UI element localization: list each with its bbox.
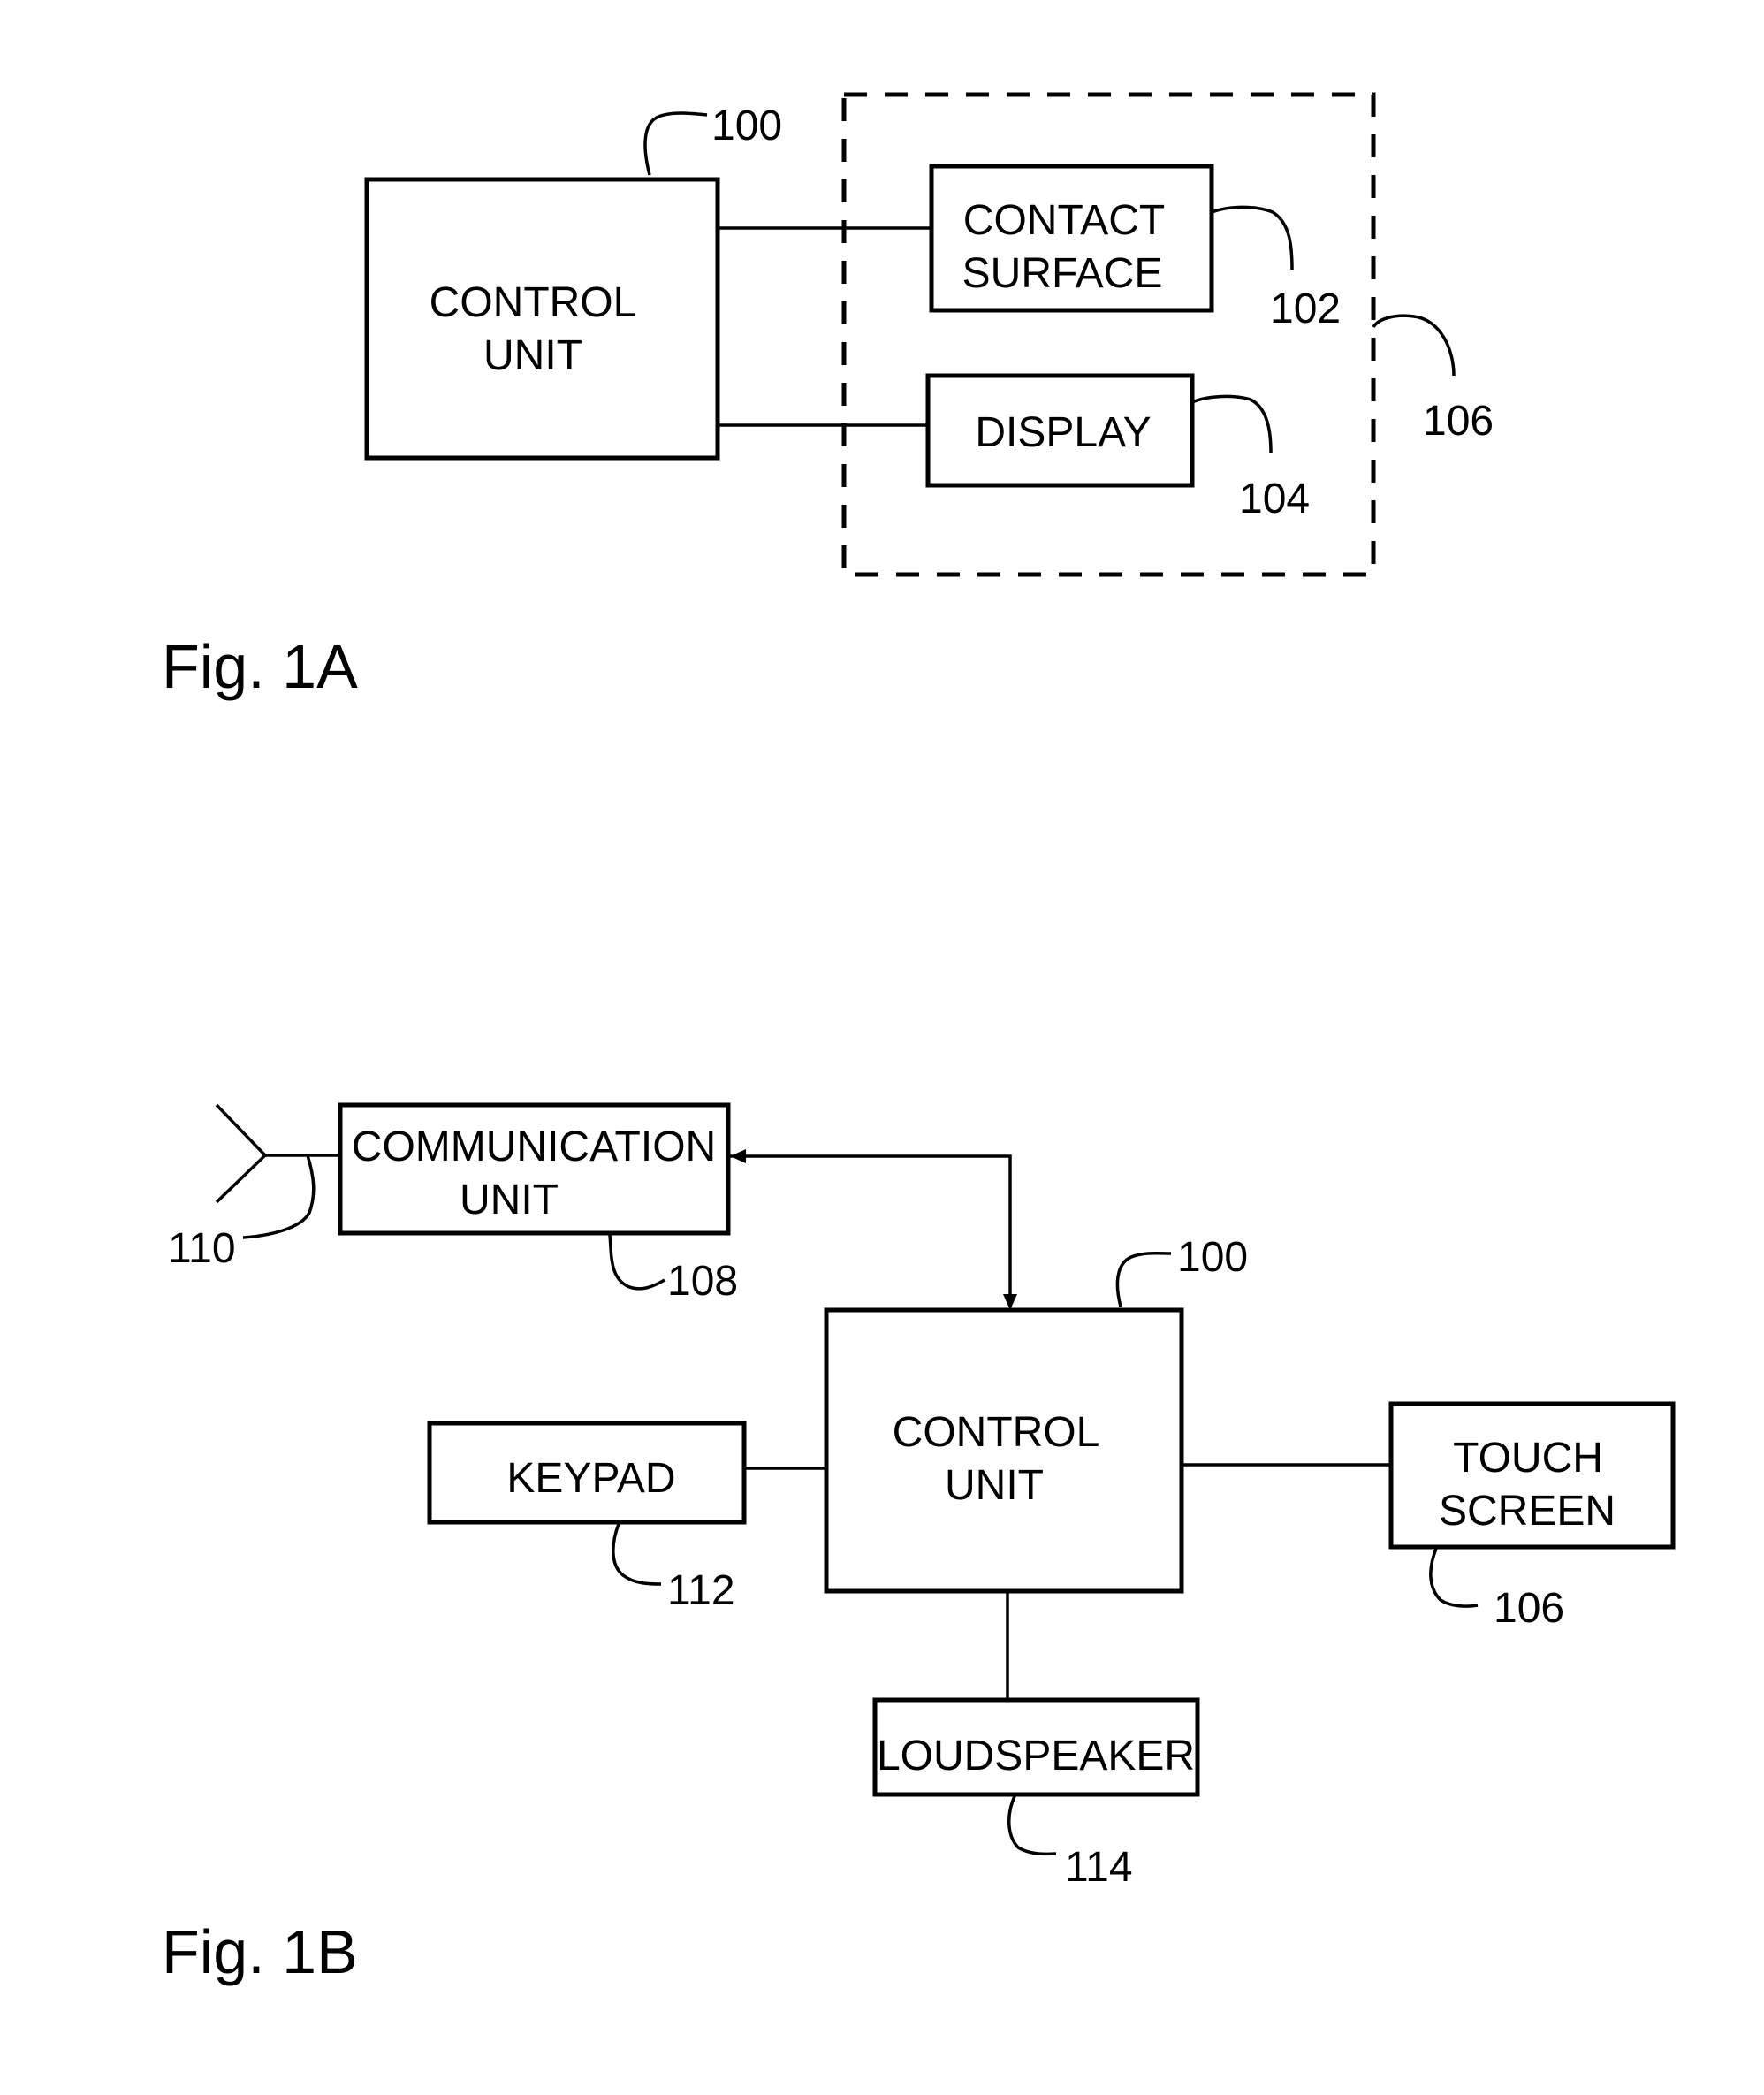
diagram-canvas: CONTROL UNIT 100 106 CONTACT SURFACE 102…	[162, 92, 1676, 1986]
touch-screen-block: TOUCH SCREEN 106	[1388, 1401, 1676, 1632]
arrowhead-down-icon	[1003, 1294, 1017, 1310]
display-label: DISPLAY	[975, 409, 1151, 456]
control-unit-label-1: CONTROL	[893, 1409, 1100, 1456]
ref-102: 102	[1270, 286, 1341, 332]
communication-unit-label-1: COMMUNICATION	[352, 1124, 716, 1170]
contact-surface-block: CONTACT SURFACE 102	[929, 164, 1341, 332]
ref-104: 104	[1239, 476, 1310, 522]
leader-106	[1372, 314, 1456, 377]
leader-100b	[1115, 1251, 1172, 1307]
antenna: 110	[168, 1103, 340, 1272]
ref-114: 114	[1065, 1844, 1133, 1891]
ref-108: 108	[667, 1258, 738, 1305]
communication-unit-label-2: UNIT	[460, 1177, 559, 1223]
contact-surface-label-2: SURFACE	[962, 250, 1163, 297]
ref-110: 110	[168, 1225, 236, 1272]
ref-100: 100	[711, 103, 782, 149]
control-unit-label-2: UNIT	[483, 332, 582, 379]
leader-100	[643, 111, 708, 176]
keypad-block: KEYPAD 112	[427, 1421, 747, 1614]
ref-106: 106	[1423, 398, 1494, 445]
leader-102	[1211, 205, 1294, 270]
control-unit-label-1: CONTROL	[430, 279, 637, 326]
communication-unit-block: COMMUNICATION UNIT 108	[338, 1102, 738, 1305]
display-block: DISPLAY 104	[925, 373, 1310, 522]
touch-screen-label-1: TOUCH	[1453, 1435, 1603, 1482]
leader-104	[1191, 394, 1273, 453]
figure-caption-1a: Fig. 1A	[162, 632, 358, 701]
comm-control-connector	[730, 1154, 1012, 1299]
leader-112	[612, 1523, 662, 1586]
control-unit-label-2: UNIT	[945, 1462, 1044, 1509]
ref-106b: 106	[1494, 1585, 1564, 1632]
control-unit-block-1a: CONTROL UNIT 100	[364, 103, 782, 461]
patent-drawing-page: CONTROL UNIT 100 106 CONTACT SURFACE 102…	[0, 0, 1764, 2095]
touch-screen-label-2: SCREEN	[1439, 1488, 1616, 1535]
leader-108	[608, 1234, 665, 1291]
loudspeaker-block: LOUDSPEAKER 114	[872, 1697, 1200, 1891]
keypad-label: KEYPAD	[506, 1455, 675, 1502]
ref-112: 112	[667, 1567, 735, 1614]
fig-1a: CONTROL UNIT 100 106 CONTACT SURFACE 102…	[162, 92, 1494, 701]
contact-surface-label-1: CONTACT	[963, 197, 1165, 244]
bidirectional-arrow	[730, 1149, 1017, 1310]
leader-106b	[1429, 1548, 1479, 1608]
arrowhead-left-icon	[730, 1149, 746, 1163]
fig-1b: 110 COMMUNICATION UNIT 108 CONTROL UNIT …	[162, 1102, 1676, 1986]
leader-114	[1007, 1795, 1057, 1856]
figure-caption-1b: Fig. 1B	[162, 1917, 358, 1986]
antenna-icon	[215, 1103, 268, 1204]
ref-100b: 100	[1177, 1234, 1248, 1281]
loudspeaker-label: LOUDSPEAKER	[877, 1733, 1195, 1779]
control-unit-block-1b: CONTROL UNIT 100	[824, 1234, 1248, 1594]
